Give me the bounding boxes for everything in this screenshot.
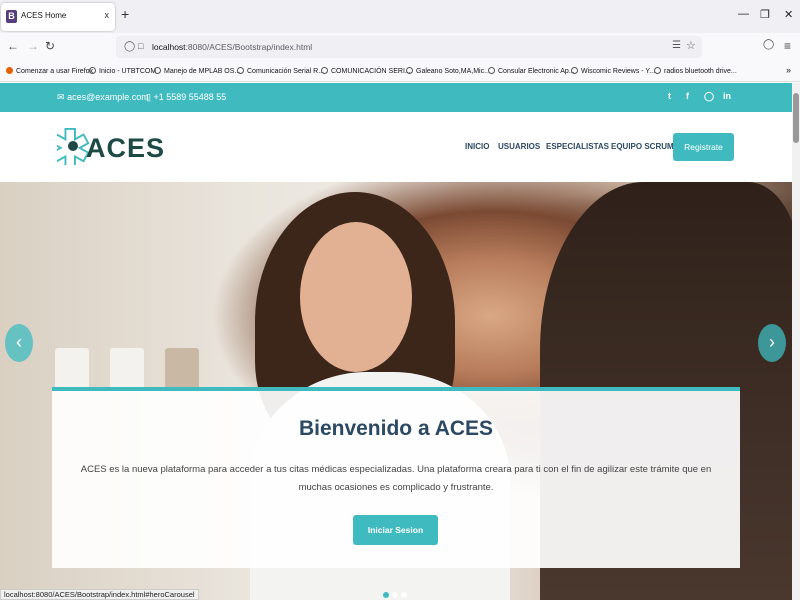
url-text[interactable]: localhost:8080/ACES/Bootstrap/index.html bbox=[152, 42, 312, 52]
globe-icon bbox=[654, 67, 661, 74]
bookmark-item[interactable]: Manejo de MPLAB OS... bbox=[154, 67, 240, 75]
bookmark-item[interactable]: Comunicación Serial R... bbox=[237, 67, 324, 75]
carousel-dot[interactable] bbox=[383, 592, 389, 598]
nav-usuarios[interactable]: USUARIOS bbox=[498, 142, 540, 151]
nav-inicio[interactable]: INICIO bbox=[465, 142, 489, 151]
browser-tab[interactable]: B ACES Home x bbox=[1, 3, 115, 31]
menu-icon[interactable]: ≡ bbox=[784, 39, 791, 53]
reader-view-icon[interactable]: ☰ bbox=[672, 40, 681, 51]
globe-icon bbox=[89, 67, 96, 74]
bookmark-item[interactable]: radios bluetooth drive... bbox=[654, 67, 737, 75]
hero-card: Bienvenido a ACES ACES es la nueva plata… bbox=[52, 387, 740, 568]
bookmark-item[interactable]: COMUNICACIÓN SERI... bbox=[321, 67, 411, 75]
carousel-dot[interactable] bbox=[392, 592, 398, 598]
bookmark-item[interactable]: Galeano Soto,MA,Mic... bbox=[406, 67, 490, 75]
email-contact[interactable]: ✉ aces@example.com bbox=[57, 92, 149, 103]
hero-title: Bienvenido a ACES bbox=[298, 417, 494, 440]
globe-icon bbox=[237, 67, 244, 74]
carousel-next-icon[interactable]: › bbox=[758, 324, 786, 362]
globe-icon bbox=[321, 67, 328, 74]
reload-icon[interactable]: ↻ bbox=[45, 39, 55, 53]
bookmarks-bar: Comenzar a usar Firefox Inicio - UTBTCOM… bbox=[0, 61, 800, 82]
page-info-icon[interactable]: □ bbox=[138, 41, 143, 51]
nav-equipo-scrum[interactable]: EQUIPO SCRUM bbox=[611, 142, 674, 151]
forward-icon[interactable]: → bbox=[27, 39, 39, 53]
plant-pot bbox=[55, 348, 89, 392]
envelope-icon: ✉ bbox=[57, 92, 65, 102]
hero-carousel: ‹ › Bienvenido a ACES ACES es la nueva p… bbox=[0, 182, 792, 600]
bookmark-item[interactable]: Inicio - UTBTCOM bbox=[89, 67, 156, 75]
tab-close-icon[interactable]: x bbox=[105, 10, 110, 20]
bootstrap-favicon-icon: B bbox=[6, 10, 17, 23]
restore-icon[interactable]: ❐ bbox=[760, 8, 770, 21]
globe-icon bbox=[406, 67, 413, 74]
twitter-icon[interactable]: t bbox=[668, 91, 671, 101]
nav-especialistas[interactable]: ESPECIALISTAS bbox=[546, 142, 609, 151]
globe-icon bbox=[571, 67, 578, 74]
carousel-prev-icon[interactable]: ‹ bbox=[5, 324, 33, 362]
medical-cross-logo-icon[interactable] bbox=[57, 127, 89, 165]
pocket-icon[interactable]: ◯ bbox=[763, 39, 774, 50]
plant-pot bbox=[165, 348, 199, 392]
carousel-dot[interactable] bbox=[401, 592, 407, 598]
site-header: ACES INICIO USUARIOS ESPECIALISTAS EQUIP… bbox=[0, 112, 792, 182]
bookmark-item[interactable]: Wiscomic Reviews - Y... bbox=[571, 67, 655, 75]
hero-description: ACES es la nueva plataforma para acceder… bbox=[80, 464, 712, 493]
site-logo[interactable]: ACES bbox=[86, 133, 165, 164]
bookmark-item[interactable]: Comenzar a usar Firefox bbox=[6, 67, 93, 75]
bookmark-item[interactable]: Consular Electronic Ap... bbox=[488, 67, 575, 75]
close-window-icon[interactable]: ✕ bbox=[784, 8, 793, 21]
minimize-icon[interactable]: — bbox=[738, 8, 749, 20]
plant-pot bbox=[110, 348, 144, 392]
background-plants bbox=[30, 312, 230, 392]
new-tab-icon[interactable]: + bbox=[121, 7, 129, 21]
url-bar[interactable]: ◯ □ localhost:8080/ACES/Bootstrap/index.… bbox=[116, 36, 702, 58]
browser-titlebar: B ACES Home x + — ❐ ✕ bbox=[0, 0, 800, 33]
scroll-thumb[interactable] bbox=[793, 93, 799, 143]
firefox-icon bbox=[6, 67, 13, 74]
more-bookmarks-icon[interactable]: » bbox=[786, 65, 791, 75]
doctor-face bbox=[300, 222, 412, 372]
back-icon[interactable]: ← bbox=[7, 39, 19, 53]
login-button[interactable]: Iniciar Sesion bbox=[353, 515, 438, 545]
site-topbar: ✉ aces@example.com ▯ +1 5589 55488 55 t … bbox=[0, 83, 792, 112]
shield-icon[interactable]: ◯ bbox=[124, 41, 135, 52]
bookmark-star-icon[interactable]: ☆ bbox=[686, 39, 696, 52]
phone-contact[interactable]: ▯ +1 5589 55488 55 bbox=[146, 92, 226, 103]
page-scrollbar[interactable] bbox=[792, 83, 800, 600]
instagram-icon[interactable]: ◯ bbox=[704, 91, 714, 102]
browser-navbar: ← → ↻ ◯ □ localhost:8080/ACES/Bootstrap/… bbox=[0, 33, 800, 61]
linkedin-icon[interactable]: in bbox=[723, 91, 731, 101]
globe-icon bbox=[488, 67, 495, 74]
phone-icon: ▯ bbox=[146, 92, 151, 102]
status-url: localhost:8080/ACES/Bootstrap/index.html… bbox=[0, 589, 199, 600]
tab-title: ACES Home bbox=[21, 11, 67, 20]
carousel-indicators bbox=[383, 585, 410, 600]
register-button[interactable]: Registrate bbox=[673, 133, 734, 161]
facebook-icon[interactable]: f bbox=[686, 91, 689, 101]
globe-icon bbox=[154, 67, 161, 74]
